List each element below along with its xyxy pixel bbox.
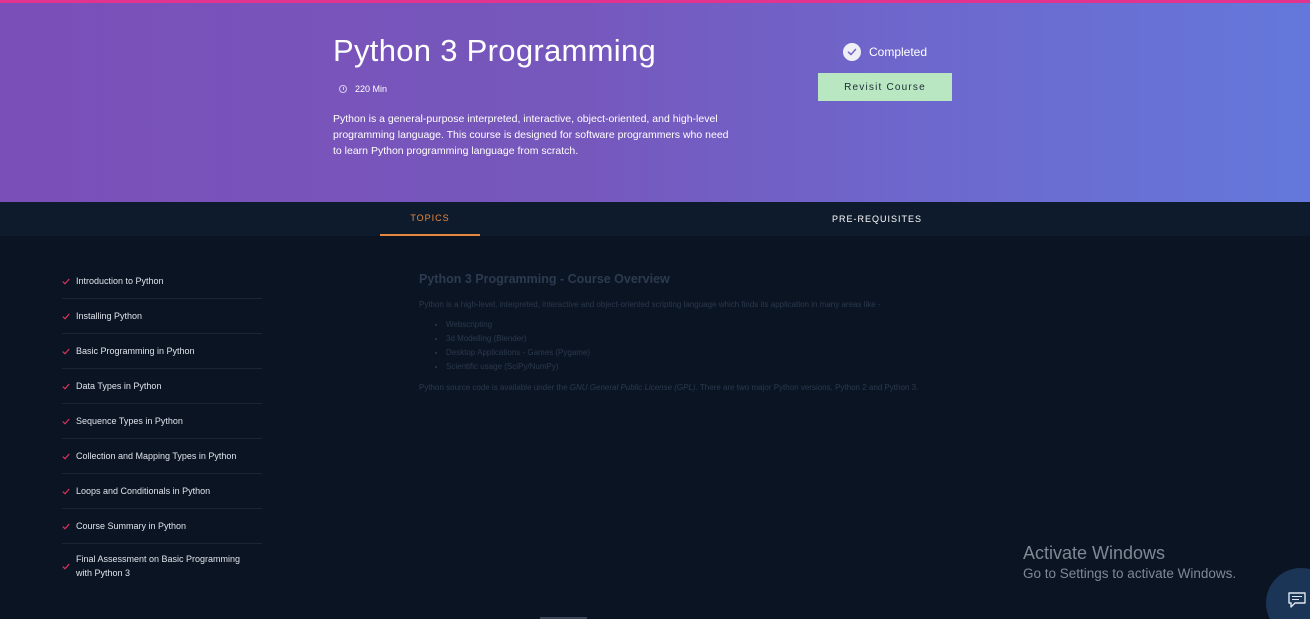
checkmark-icon [62,418,70,425]
topic-label: Basic Programming in Python [76,346,195,356]
topic-item-course-summary[interactable]: Course Summary in Python [62,509,262,544]
topic-item-loops-conditionals[interactable]: Loops and Conditionals in Python [62,474,262,509]
overview-note: Python source code is available under th… [419,383,979,392]
topic-label: Course Summary in Python [76,521,187,531]
checkmark-icon [62,278,70,285]
chat-icon [1288,592,1306,608]
checkmark-icon [62,488,70,495]
watermark-subtitle: Go to Settings to activate Windows. [1023,566,1237,581]
application-areas-list: Webscripting 3d Modelling (Blender) Desk… [419,318,979,374]
list-item: Webscripting [446,318,979,332]
course-duration: 220 Min [339,84,387,94]
course-page: Python 3 Programming 220 Min Python is a… [0,0,1310,619]
topic-item-final-assessment[interactable]: Final Assessment on Basic Programming wi… [62,544,262,588]
topic-item-data-types[interactable]: Data Types in Python [62,369,262,404]
topic-item-sequence-types[interactable]: Sequence Types in Python [62,404,262,439]
note-text-start: Python source code is available under th… [419,383,570,392]
topic-label: Sequence Types in Python [76,416,183,426]
tab-topics[interactable]: TOPICS [380,202,480,236]
tab-prerequisites[interactable]: PRE-REQUISITES [827,202,927,236]
list-item: Scientific usage (SciPy/NumPy) [446,360,979,374]
list-item: 3d Modelling (Blender) [446,332,979,346]
topic-label: Data Types in Python [76,381,162,391]
list-item: Desktop Applications - Games (Pygame) [446,346,979,360]
overview-intro: Python is a high-level, interpreted, int… [419,300,881,309]
note-text-end: . There are two major Python versions, P… [695,383,919,392]
checkmark-icon [62,383,70,390]
checkmark-icon [62,523,70,530]
topic-label: Loops and Conditionals in Python [76,486,211,496]
course-tabs: TOPICS PRE-REQUISITES [0,202,1310,236]
duration-label: 220 Min [355,84,388,94]
clock-icon [339,85,347,93]
course-overview: Python 3 Programming - Course Overview P… [419,272,979,392]
activate-windows-watermark: Activate Windows Go to Settings to activ… [1023,542,1236,584]
checkmark-icon [62,348,70,355]
course-title: Python 3 Programming [333,33,657,68]
checkmark-icon [62,563,70,570]
revisit-course-button[interactable]: Revisit Course [818,73,952,101]
topic-label: Introduction to Python [76,276,164,286]
status-label: Completed [869,45,928,59]
watermark-title: Activate Windows [1023,543,1166,563]
completion-status: Completed [843,43,927,61]
overview-title: Python 3 Programming - Course Overview [419,272,670,286]
topic-item-basic-programming[interactable]: Basic Programming in Python [62,334,262,369]
checkmark-icon [62,453,70,460]
topic-label: Collection and Mapping Types in Python [76,451,237,461]
check-circle-icon [843,43,861,61]
checkmark-icon [62,313,70,320]
topics-sidebar: Introduction to Python Installing Python… [62,264,262,588]
topic-label: Installing Python [76,311,143,321]
topic-item-collection-mapping[interactable]: Collection and Mapping Types in Python [62,439,262,474]
course-description: Python is a general-purpose interpreted,… [333,113,729,157]
topic-label: Final Assessment on Basic Programming wi… [76,554,241,578]
course-hero: Python 3 Programming 220 Min Python is a… [0,3,1310,202]
topic-item-installing[interactable]: Installing Python [62,299,262,334]
license-link: GNU General Public License (GPL) [569,383,696,392]
topic-item-introduction[interactable]: Introduction to Python [62,264,262,299]
